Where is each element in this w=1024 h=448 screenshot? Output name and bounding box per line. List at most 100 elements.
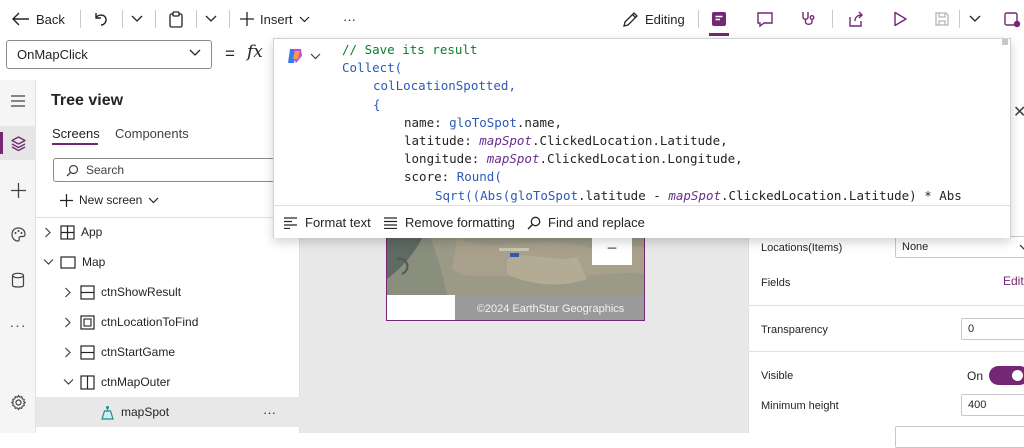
editing-mode-button[interactable]: Editing	[622, 0, 685, 38]
tree-item-mapspot[interactable]: mapSpot ···	[36, 397, 300, 427]
code-token: mapSpot	[486, 151, 540, 167]
comments-button[interactable]	[756, 0, 774, 38]
formula-editor[interactable]: // Save its result Collect(colLocationSpo…	[273, 38, 1011, 238]
find-replace-button[interactable]: Find and replace	[527, 206, 645, 239]
chevron-right-icon[interactable]	[62, 347, 74, 358]
hamburger-icon	[11, 95, 25, 107]
code-token: colLocationSpotted,	[373, 78, 516, 94]
plus-icon	[240, 12, 254, 26]
visible-value: On	[967, 369, 984, 383]
format-text-icon	[284, 216, 297, 229]
editor-scrollbar[interactable]	[1002, 39, 1008, 45]
settings-button[interactable]	[0, 385, 36, 419]
chevron-down-icon[interactable]	[62, 378, 74, 386]
tab-components[interactable]: Components	[115, 126, 189, 141]
theme-button[interactable]	[0, 217, 36, 251]
tree-item-app[interactable]: App	[36, 217, 300, 247]
visible-toggle[interactable]	[989, 366, 1024, 385]
publish-button[interactable]	[1003, 0, 1021, 38]
property-value: OnMapClick	[17, 47, 88, 62]
close-icon[interactable]: ✕	[1013, 102, 1024, 122]
code-token: .name,	[516, 114, 563, 130]
tree-view-button[interactable]	[0, 126, 36, 160]
database-icon	[11, 272, 25, 288]
save-icon	[935, 12, 949, 26]
publish-icon	[1004, 12, 1021, 28]
insert-button[interactable]: Insert	[240, 0, 310, 38]
copilot-button[interactable]	[286, 47, 321, 65]
code-token: .latitude -	[578, 187, 669, 203]
code-token: score:	[404, 169, 457, 185]
code-token: name:	[404, 114, 450, 130]
code-token: latitude:	[404, 133, 480, 149]
remove-formatting-button[interactable]: Remove formatting	[383, 206, 515, 239]
code-token: // Save its result	[342, 42, 478, 57]
chevron-right-icon[interactable]	[62, 317, 74, 328]
map-control-preview[interactable]: − ©2024 EarthStar Geographics	[386, 228, 645, 321]
code-line: Collect(	[342, 59, 962, 77]
transparency-label: Transparency	[761, 324, 828, 336]
chevron-down-icon	[299, 16, 309, 22]
locations-label: Locations(Items)	[761, 242, 843, 254]
tree-search-input[interactable]: Search	[53, 158, 293, 182]
formula-editor-toolbar: Format text Remove formatting Find and r…	[274, 205, 1010, 238]
more-commands-button[interactable]: ···	[343, 0, 356, 38]
chevron-down-icon[interactable]	[42, 258, 54, 266]
locations-dropdown[interactable]: None	[895, 236, 1024, 258]
more-rail-button[interactable]: ···	[0, 308, 36, 342]
pencil-icon	[623, 11, 638, 27]
insert-rail-button[interactable]	[0, 173, 36, 207]
chevron-right-icon[interactable]	[62, 287, 74, 298]
code-token: mapSpot	[668, 187, 721, 203]
undo-menu-button[interactable]	[131, 0, 143, 38]
min-height-input[interactable]: 400	[961, 394, 1024, 416]
code-line: score: Round(	[342, 168, 962, 186]
transparency-input[interactable]: 0	[961, 318, 1024, 340]
copilot-icon	[288, 49, 302, 63]
map-pin-icon	[100, 405, 115, 420]
back-button[interactable]: Back	[12, 0, 65, 38]
plus-icon	[60, 193, 73, 207]
gear-icon	[10, 394, 26, 410]
undo-button[interactable]	[93, 0, 109, 38]
min-height-value: 400	[968, 399, 987, 411]
chevron-right-icon[interactable]	[42, 227, 54, 238]
tree-item-ctnstartgame[interactable]: ctnStartGame	[36, 337, 300, 367]
save-button[interactable]	[934, 0, 950, 38]
arrow-left-icon	[12, 12, 29, 26]
format-text-button[interactable]: Format text	[283, 206, 371, 239]
tab-screens[interactable]: Screens	[52, 126, 100, 141]
tree-item-ctnlocationtofind[interactable]: ctnLocationToFind	[36, 307, 300, 337]
next-property-input[interactable]	[895, 426, 1024, 448]
share-button[interactable]	[847, 0, 864, 38]
paste-button[interactable]	[168, 0, 184, 38]
fields-edit-link[interactable]: Edit	[1003, 274, 1024, 288]
data-button[interactable]	[0, 263, 36, 297]
tree-item-ctnshowresult[interactable]: ctnShowResult	[36, 277, 300, 307]
save-menu-button[interactable]	[969, 0, 981, 38]
menu-button[interactable]	[0, 84, 36, 118]
formula-code[interactable]: // Save its result Collect(colLocationSpo…	[342, 41, 962, 205]
tree-view-title: Tree view	[51, 92, 124, 109]
search-icon	[527, 216, 541, 229]
layers-icon	[10, 135, 26, 151]
new-screen-label: New screen	[79, 193, 143, 207]
tree-view-panel: Tree view Screens Components Search New …	[36, 80, 300, 433]
visible-label: Visible	[761, 370, 794, 382]
more-label: ···	[343, 11, 356, 27]
fx-icon: fx	[247, 42, 263, 62]
code-token: gloToSpot	[510, 187, 578, 203]
chevron-down-icon	[969, 15, 981, 22]
code-line: // Save its result	[342, 41, 962, 59]
property-dropdown[interactable]: OnMapClick	[6, 40, 212, 69]
preview-button[interactable]	[893, 0, 908, 38]
tree-item-ctnmapouter[interactable]: ctnMapOuter	[36, 367, 300, 397]
chevron-down-icon	[1019, 244, 1024, 250]
tree-item-map[interactable]: Map	[36, 247, 300, 277]
tree-item-more-button[interactable]: ···	[263, 405, 276, 420]
chevron-down-icon	[148, 197, 159, 203]
paste-menu-button[interactable]	[205, 0, 217, 38]
new-screen-button[interactable]: New screen	[60, 190, 159, 210]
app-checker-button[interactable]	[800, 0, 818, 38]
code-line: Sqrt((Abs(gloToSpot.latitude - mapSpot.C…	[342, 187, 962, 205]
